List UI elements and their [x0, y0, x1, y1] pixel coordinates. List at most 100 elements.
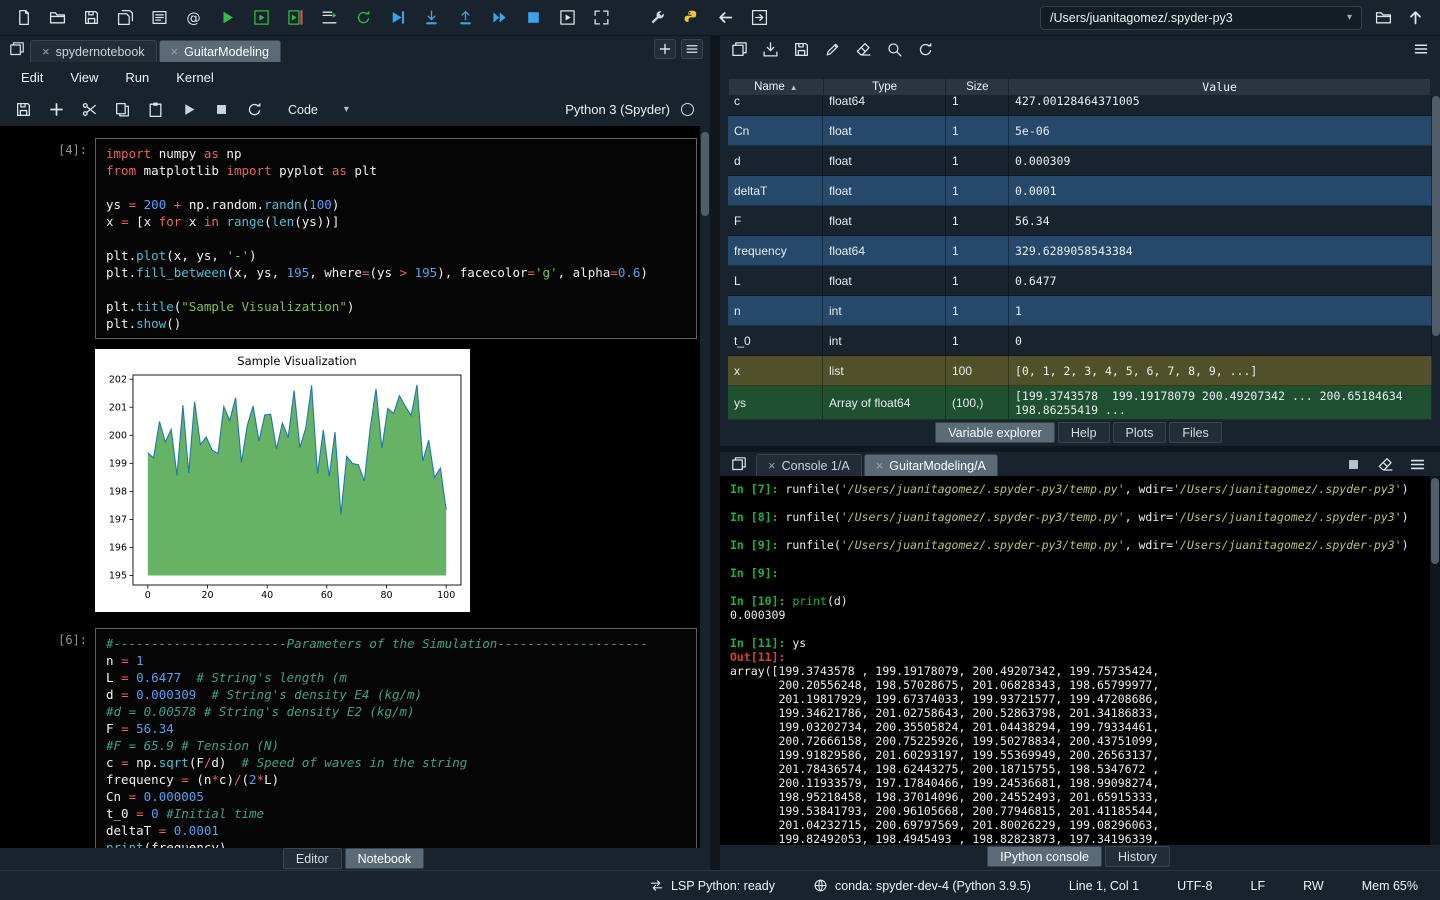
import-data-button[interactable]: [757, 36, 783, 62]
open-file-button[interactable]: [44, 5, 70, 31]
search-variables-button[interactable]: [881, 36, 907, 62]
variable-size-cell[interactable]: 1: [946, 266, 1009, 296]
variable-value-cell[interactable]: 0.000309: [1009, 146, 1432, 176]
variable-type-cell[interactable]: float: [823, 116, 946, 146]
tab-history[interactable]: History: [1105, 846, 1170, 867]
file-switcher-button[interactable]: [146, 5, 172, 31]
variable-size-cell[interactable]: 1: [946, 296, 1009, 326]
cursor-position-status[interactable]: Line 1, Col 1: [1069, 879, 1139, 893]
tab-ipython-console[interactable]: IPython console: [987, 846, 1102, 867]
tab-spydernotebook[interactable]: ×spydernotebook: [30, 40, 157, 62]
variable-value-cell[interactable]: 0: [1009, 326, 1432, 356]
variable-row-frequency[interactable]: frequencyfloat641329.6289058543384: [728, 236, 1432, 266]
close-tab-icon[interactable]: ×: [768, 459, 776, 472]
step-into-button[interactable]: [418, 5, 444, 31]
lsp-status[interactable]: LSP Python: ready: [649, 878, 775, 893]
variable-row-deltat[interactable]: deltaTfloat10.0001: [728, 176, 1432, 206]
scrollbar-thumb[interactable]: [1431, 478, 1439, 564]
cut-cells-button[interactable]: [76, 97, 102, 123]
parent-directory-button[interactable]: [1402, 5, 1428, 31]
conda-status[interactable]: conda: spyder-dev-4 (Python 3.9.5): [813, 878, 1031, 893]
variable-value-cell[interactable]: [199.3743578 199.19178079 200.49207342 .…: [1009, 386, 1432, 420]
tab-console-1-a[interactable]: ×Console 1/A: [756, 454, 862, 476]
variable-type-cell[interactable]: float: [823, 146, 946, 176]
variable-size-cell[interactable]: 1: [946, 116, 1009, 146]
variable-explorer-scrollbar[interactable]: [1432, 78, 1440, 420]
variable-name-cell[interactable]: n: [728, 296, 823, 326]
variable-row-cn[interactable]: Cnfloat15e-06: [728, 116, 1432, 146]
run-cell-button[interactable]: [248, 5, 274, 31]
menu-run[interactable]: Run: [125, 70, 149, 85]
variable-size-cell[interactable]: 1: [946, 236, 1009, 266]
run-in-console-button[interactable]: [554, 5, 580, 31]
variable-value-cell[interactable]: 5e-06: [1009, 116, 1432, 146]
browse-tabs-button[interactable]: [726, 451, 752, 477]
variable-type-cell[interactable]: int: [823, 326, 946, 356]
variable-size-cell[interactable]: (100,): [946, 386, 1009, 420]
cell-type-select[interactable]: Code ▾: [288, 103, 349, 117]
debug-stop-button[interactable]: [520, 5, 546, 31]
tab-variable-explorer[interactable]: Variable explorer: [935, 422, 1055, 443]
variable-size-cell[interactable]: 100: [946, 356, 1009, 386]
run-cell-advance-button[interactable]: [282, 5, 308, 31]
symbol-finder-button[interactable]: @: [180, 5, 206, 31]
variable-value-cell[interactable]: 329.6289058543384: [1009, 236, 1432, 266]
remove-variables-button[interactable]: [850, 36, 876, 62]
variable-value-cell[interactable]: [0, 1, 2, 3, 4, 5, 6, 7, 8, 9, ...]: [1009, 356, 1432, 386]
menu-edit[interactable]: Edit: [21, 70, 43, 85]
save-notebook-button[interactable]: [10, 97, 36, 123]
variable-type-cell[interactable]: float64: [823, 96, 946, 116]
close-tab-icon[interactable]: ×: [171, 45, 179, 58]
variable-type-cell[interactable]: float: [823, 206, 946, 236]
variable-size-cell[interactable]: 1: [946, 96, 1009, 116]
paste-cells-button[interactable]: [142, 97, 168, 123]
variable-name-cell[interactable]: Cn: [728, 116, 823, 146]
code-cell-4[interactable]: import numpy as npfrom matplotlib import…: [95, 138, 697, 339]
debug-continue-button[interactable]: [486, 5, 512, 31]
column-header-size[interactable]: Size: [946, 79, 1009, 95]
save-data-button[interactable]: [788, 36, 814, 62]
rerun-cell-button[interactable]: [350, 5, 376, 31]
console-options-menu-button[interactable]: [1404, 451, 1430, 477]
go-back-button[interactable]: [712, 5, 738, 31]
menu-kernel[interactable]: Kernel: [176, 70, 214, 85]
variable-value-cell[interactable]: 1: [1009, 296, 1432, 326]
vertical-splitter[interactable]: [710, 36, 720, 870]
browse-tabs-button[interactable]: [4, 36, 30, 62]
variable-row-d[interactable]: dfloat10.000309: [728, 146, 1432, 176]
close-tab-icon[interactable]: ×: [42, 45, 50, 58]
tab-files[interactable]: Files: [1169, 422, 1221, 443]
variable-type-cell[interactable]: int: [823, 296, 946, 326]
new-notebook-button[interactable]: [654, 39, 676, 59]
open-working-directory-button[interactable]: [1370, 5, 1396, 31]
variable-size-cell[interactable]: 1: [946, 146, 1009, 176]
pythonpath-manager-button[interactable]: [678, 5, 704, 31]
variable-explorer-options-menu-button[interactable]: [1408, 36, 1434, 62]
run-cell-notebook-button[interactable]: [175, 97, 201, 123]
variable-row-ys[interactable]: ysArray of float64(100,)[199.3743578 199…: [728, 386, 1432, 420]
variable-size-cell[interactable]: 1: [946, 326, 1009, 356]
menu-view[interactable]: View: [70, 70, 98, 85]
variable-size-cell[interactable]: 1: [946, 206, 1009, 236]
variable-row-x[interactable]: xlist100[0, 1, 2, 3, 4, 5, 6, 7, 8, 9, .…: [728, 356, 1432, 386]
variable-name-cell[interactable]: F: [728, 206, 823, 236]
variable-row-l[interactable]: Lfloat10.6477: [728, 266, 1432, 296]
variable-name-cell[interactable]: t_0: [728, 326, 823, 356]
save-all-button[interactable]: [112, 5, 138, 31]
variable-type-cell[interactable]: Array of float64: [823, 386, 946, 420]
console-scrollbar[interactable]: [1430, 476, 1440, 845]
tab-guitarmodeling-a[interactable]: ×GuitarModeling/A: [864, 454, 998, 476]
variable-value-cell[interactable]: 427.00128464371005: [1009, 96, 1432, 116]
column-header-name[interactable]: Name▲: [729, 79, 824, 95]
run-file-button[interactable]: [214, 5, 240, 31]
notebook-options-menu-button[interactable]: [681, 39, 703, 59]
maximize-pane-button[interactable]: [588, 5, 614, 31]
memory-status[interactable]: Mem 65%: [1362, 879, 1418, 893]
variable-name-cell[interactable]: frequency: [728, 236, 823, 266]
working-directory-combobox[interactable]: /Users/juanitagomez/.spyder-py3 ▾: [1040, 6, 1362, 30]
variable-name-cell[interactable]: deltaT: [728, 176, 823, 206]
copy-cells-button[interactable]: [109, 97, 135, 123]
close-tab-icon[interactable]: ×: [876, 459, 884, 472]
variable-type-cell[interactable]: float: [823, 266, 946, 296]
tab-plots[interactable]: Plots: [1113, 422, 1167, 443]
